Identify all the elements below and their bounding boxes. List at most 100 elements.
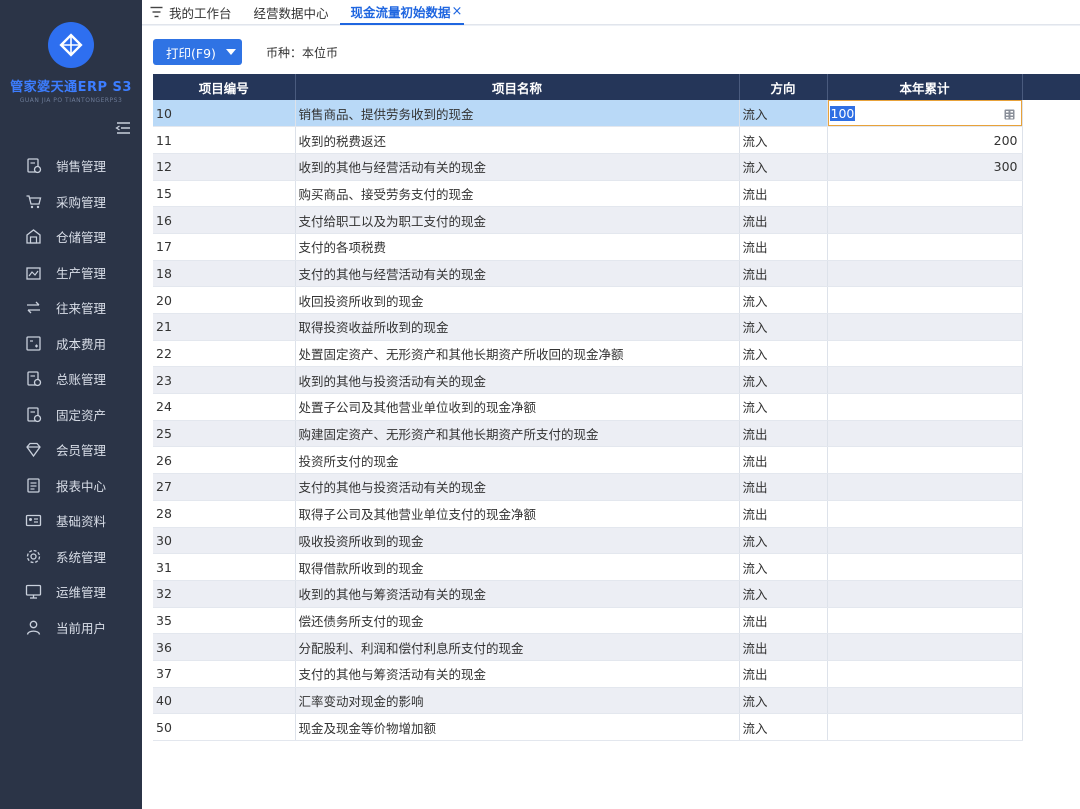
table-row[interactable]: 18 支付的其他与经营活动有关的现金 流出 — [153, 260, 1080, 288]
cell-amount[interactable] — [827, 607, 1023, 635]
cell-name[interactable]: 支付的其他与投资活动有关的现金 — [295, 473, 740, 501]
cell-amount[interactable] — [827, 473, 1023, 501]
sidebar-item-exchange[interactable]: 往来管理 — [0, 290, 142, 326]
cell-name[interactable]: 处置子公司及其他营业单位收到的现金净额 — [295, 393, 740, 421]
cell-code[interactable]: 11 — [153, 126, 296, 154]
cell-amount[interactable] — [827, 286, 1023, 314]
cell-amount[interactable] — [827, 233, 1023, 261]
cell-code[interactable]: 37 — [153, 660, 296, 688]
cell-direction[interactable]: 流出 — [739, 180, 828, 208]
cell-code[interactable]: 22 — [153, 340, 296, 368]
sidebar-item-asset[interactable]: 固定资产 — [0, 397, 142, 433]
sidebar-item-sales[interactable]: 销售管理 — [0, 148, 142, 184]
collapse-menu-icon[interactable] — [114, 121, 132, 135]
column-header-name[interactable]: 项目名称 — [295, 74, 740, 100]
cell-direction[interactable]: 流入 — [739, 313, 828, 341]
cell-name[interactable]: 支付给职工以及为职工支付的现金 — [295, 206, 740, 234]
table-row[interactable]: 21 取得投资收益所收到的现金 流入 — [153, 313, 1080, 341]
cell-direction[interactable]: 流入 — [739, 527, 828, 555]
cell-amount[interactable] — [827, 500, 1023, 528]
table-row[interactable]: 26 投资所支付的现金 流出 — [153, 446, 1080, 475]
cell-amount[interactable] — [827, 553, 1023, 581]
table-row[interactable]: 25 购建固定资产、无形资产和其他长期资产所支付的现金 流出 — [153, 420, 1080, 448]
cell-amount[interactable] — [827, 580, 1023, 608]
cell-name[interactable]: 分配股利、利润和偿付利息所支付的现金 — [295, 633, 740, 661]
cell-direction[interactable]: 流入 — [739, 713, 828, 741]
sidebar-item-gear[interactable]: 系统管理 — [0, 539, 142, 575]
sidebar-item-ledger[interactable]: 总账管理 — [0, 361, 142, 397]
cell-amount[interactable] — [827, 393, 1023, 421]
table-row[interactable]: 10 销售商品、提供劳务收到的现金 流入 100 — [153, 100, 1080, 128]
table-row[interactable]: 50 现金及现金等价物增加额 流入 — [153, 713, 1080, 741]
cell-code[interactable]: 21 — [153, 313, 296, 341]
cell-name[interactable]: 支付的各项税费 — [295, 233, 740, 261]
cell-amount[interactable] — [827, 206, 1023, 234]
table-row[interactable]: 31 取得借款所收到的现金 流入 — [153, 553, 1080, 581]
cell-code[interactable]: 17 — [153, 233, 296, 261]
cell-code[interactable]: 31 — [153, 553, 296, 581]
cell-code[interactable]: 26 — [153, 446, 296, 475]
cell-amount-editing[interactable]: 100 — [827, 100, 1023, 128]
cell-direction[interactable]: 流出 — [739, 633, 828, 661]
cell-amount[interactable] — [827, 633, 1023, 661]
table-row[interactable]: 23 收到的其他与投资活动有关的现金 流入 — [153, 366, 1080, 395]
cell-name[interactable]: 收到的税费返还 — [295, 126, 740, 154]
column-header-direction[interactable]: 方向 — [739, 74, 828, 100]
cell-direction[interactable]: 流出 — [739, 607, 828, 635]
cell-amount[interactable] — [827, 340, 1023, 368]
cell-name[interactable]: 购建固定资产、无形资产和其他长期资产所支付的现金 — [295, 420, 740, 448]
table-row[interactable]: 30 吸收投资所收到的现金 流入 — [153, 527, 1080, 555]
table-row[interactable]: 12 收到的其他与经营活动有关的现金 流入 300 — [153, 153, 1080, 181]
cell-code[interactable]: 30 — [153, 527, 296, 555]
cell-code[interactable]: 12 — [153, 153, 296, 181]
cell-name[interactable]: 取得借款所收到的现金 — [295, 553, 740, 581]
cell-direction[interactable]: 流出 — [739, 500, 828, 528]
cell-amount[interactable]: 300 — [827, 153, 1023, 181]
cell-name[interactable]: 购买商品、接受劳务支付的现金 — [295, 180, 740, 208]
tab-business-data[interactable]: 经营数据中心 — [243, 0, 340, 25]
cell-code[interactable]: 25 — [153, 420, 296, 448]
cell-amount[interactable] — [827, 180, 1023, 208]
cell-code[interactable]: 40 — [153, 687, 296, 715]
cell-code[interactable]: 35 — [153, 607, 296, 635]
calculator-icon[interactable] — [1004, 108, 1015, 120]
cell-name[interactable]: 处置固定资产、无形资产和其他长期资产所收回的现金净额 — [295, 340, 740, 368]
table-row[interactable]: 17 支付的各项税费 流出 — [153, 233, 1080, 261]
cell-name[interactable]: 汇率变动对现金的影响 — [295, 687, 740, 715]
table-row[interactable]: 16 支付给职工以及为职工支付的现金 流出 — [153, 206, 1080, 234]
sidebar-item-report[interactable]: 报表中心 — [0, 468, 142, 504]
cell-code[interactable]: 23 — [153, 366, 296, 395]
tab-workbench[interactable]: 我的工作台 — [142, 0, 243, 25]
cell-direction[interactable]: 流入 — [739, 580, 828, 608]
chevron-down-icon[interactable] — [225, 49, 236, 55]
cell-code[interactable]: 32 — [153, 580, 296, 608]
cell-direction[interactable]: 流出 — [739, 473, 828, 501]
table-row[interactable]: 28 取得子公司及其他营业单位支付的现金净额 流出 — [153, 500, 1080, 528]
sidebar-item-diamond[interactable]: 会员管理 — [0, 432, 142, 468]
cell-direction[interactable]: 流出 — [739, 260, 828, 288]
table-row[interactable]: 40 汇率变动对现金的影响 流入 — [153, 687, 1080, 715]
cell-code[interactable]: 20 — [153, 286, 296, 314]
cell-name[interactable]: 收到的其他与经营活动有关的现金 — [295, 153, 740, 181]
cell-code[interactable]: 28 — [153, 500, 296, 528]
cell-direction[interactable]: 流入 — [739, 286, 828, 314]
cell-amount[interactable] — [827, 313, 1023, 341]
sidebar-item-warehouse[interactable]: 仓储管理 — [0, 219, 142, 255]
column-header-ytd[interactable]: 本年累计 — [827, 74, 1023, 100]
cell-name[interactable]: 取得子公司及其他营业单位支付的现金净额 — [295, 500, 740, 528]
cell-amount[interactable] — [827, 660, 1023, 688]
sidebar-item-cart[interactable]: 采购管理 — [0, 184, 142, 220]
print-button[interactable]: 打印(F9) — [153, 39, 242, 65]
cell-amount[interactable] — [827, 713, 1023, 741]
table-row[interactable]: 15 购买商品、接受劳务支付的现金 流出 — [153, 180, 1080, 208]
cell-amount[interactable] — [827, 420, 1023, 448]
cell-direction[interactable]: 流入 — [739, 126, 828, 154]
cell-name[interactable]: 支付的其他与经营活动有关的现金 — [295, 260, 740, 288]
table-row[interactable]: 24 处置子公司及其他营业单位收到的现金净额 流入 — [153, 393, 1080, 421]
sidebar-item-id-card[interactable]: 基础资料 — [0, 503, 142, 539]
tab-cashflow-initial[interactable]: 现金流量初始数据 × — [339, 0, 465, 25]
cell-name[interactable]: 收到的其他与筹资活动有关的现金 — [295, 580, 740, 608]
sidebar-item-calculator[interactable]: 成本费用 — [0, 326, 142, 362]
close-icon[interactable]: × — [452, 4, 463, 19]
cell-name[interactable]: 收回投资所收到的现金 — [295, 286, 740, 314]
